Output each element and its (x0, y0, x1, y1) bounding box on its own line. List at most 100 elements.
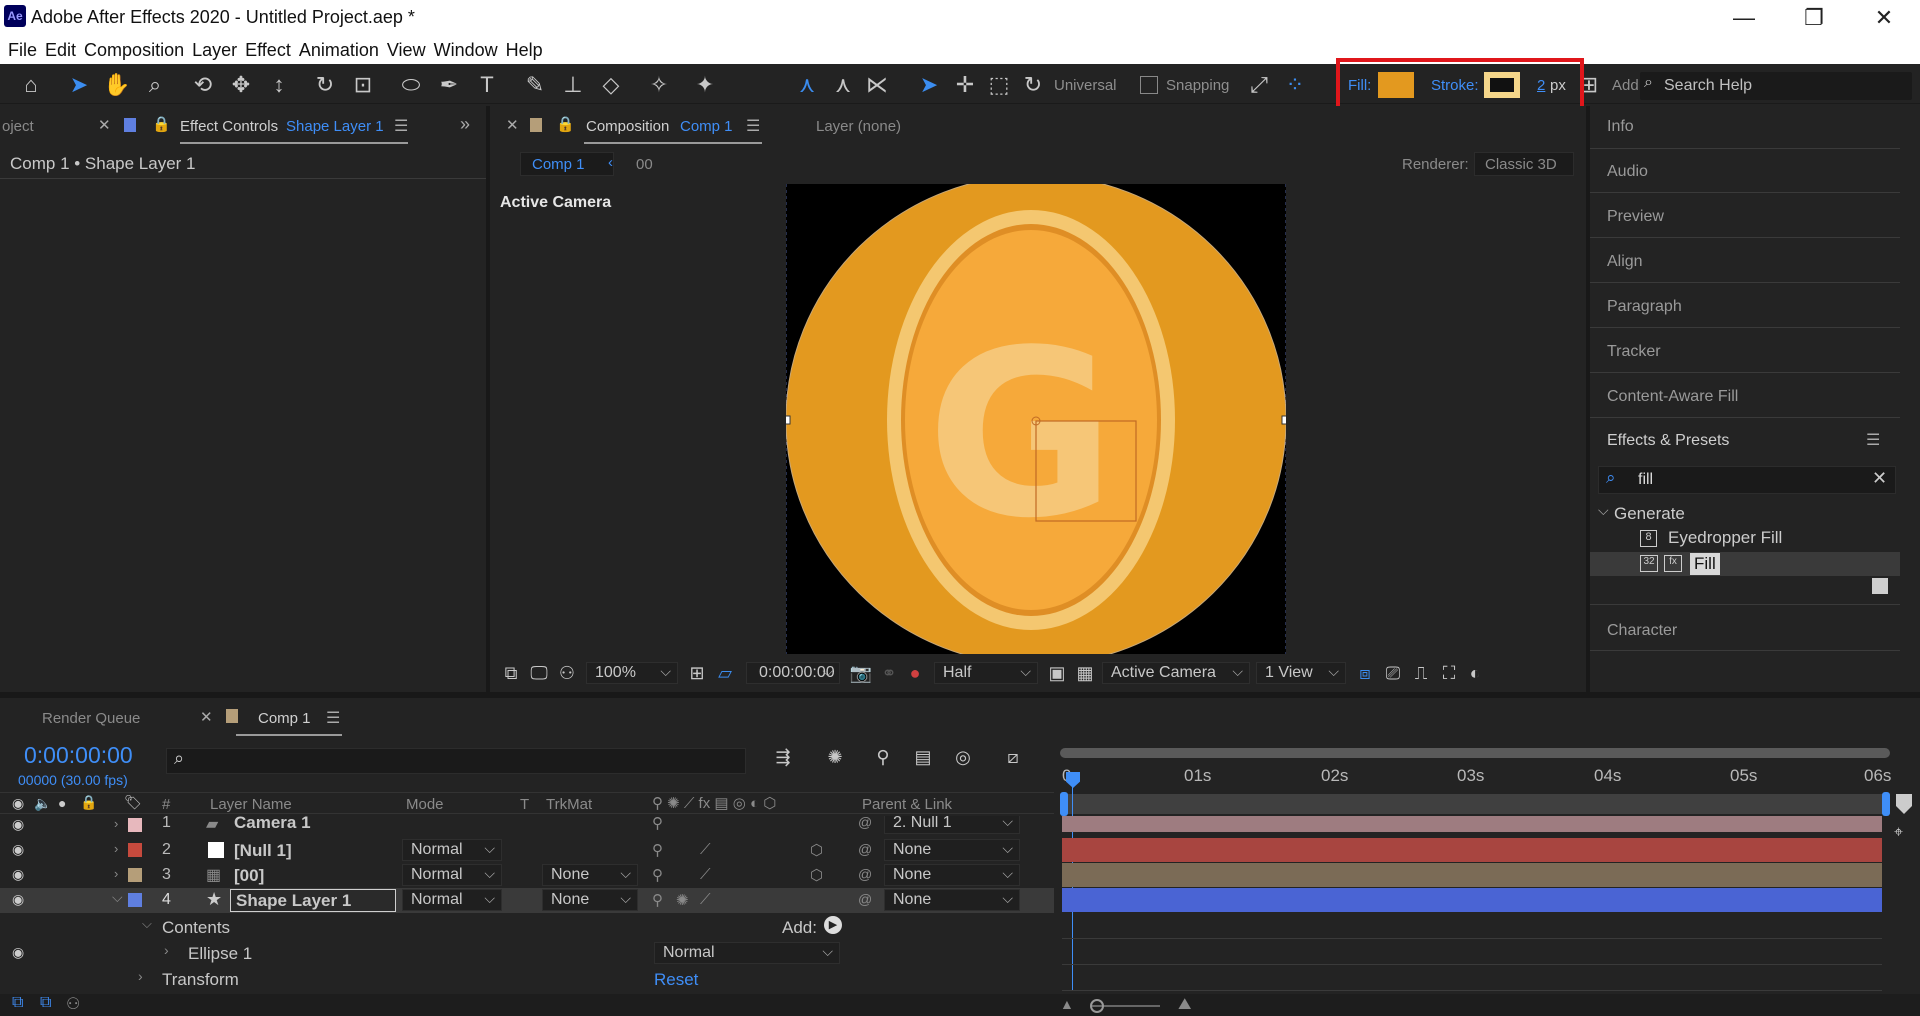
shy-switch-icon[interactable]: ⚲ (652, 841, 663, 859)
panel-preview[interactable]: Preview (1607, 208, 1664, 226)
column-layer-name[interactable]: Layer Name (210, 796, 292, 813)
trkmat-dropdown[interactable]: None (542, 889, 638, 911)
contents-label[interactable]: Contents (162, 918, 230, 938)
ellipse-mode-dropdown[interactable]: Normal (654, 942, 840, 964)
collapse-switch-icon[interactable]: ✺ (676, 891, 689, 909)
panel-splitter[interactable] (1586, 106, 1590, 692)
rotation-tool-icon[interactable]: ↻ (310, 70, 340, 100)
category-generate[interactable]: Generate (1614, 504, 1685, 524)
3d-layer-icon[interactable]: ⬡ (810, 841, 823, 859)
menu-composition[interactable]: Composition (82, 36, 190, 64)
work-area-range[interactable] (1060, 794, 1890, 814)
panel-paragraph[interactable]: Paragraph (1607, 298, 1682, 316)
chevron-right-icon[interactable]: › (114, 816, 118, 831)
visibility-eye-icon[interactable]: ◉ (12, 891, 24, 908)
work-area-end-handle[interactable] (1882, 792, 1890, 816)
layer-bar-precomp[interactable] (1062, 863, 1882, 887)
layer-row[interactable]: ◉ › 2 [Null 1] Normal ⚲ ⟋ ⬡ @ None (0, 838, 1054, 863)
clone-stamp-icon[interactable]: ⊥ (558, 70, 588, 100)
composition-mini-flowchart-icon[interactable]: ⇶ (768, 742, 798, 772)
label-color-chip[interactable] (128, 868, 142, 882)
home-icon[interactable]: ⌂ (16, 70, 46, 100)
menu-view[interactable]: View (385, 36, 432, 64)
tab-composition-name[interactable]: Comp 1 (680, 118, 733, 135)
panel-character[interactable]: Character (1607, 622, 1677, 640)
layer-row[interactable]: ◉ › 3 ▦ [00] Normal None ⚲ ⟋ ⬡ @ None (0, 863, 1054, 888)
local-axis-icon[interactable]: ⋏ (792, 70, 822, 100)
viewer[interactable]: Active Camera G (490, 184, 1586, 654)
menu-effect[interactable]: Effect (243, 36, 297, 64)
zoom-slider-thumb[interactable] (1090, 999, 1104, 1013)
close-tab-icon[interactable]: ✕ (200, 708, 213, 726)
toggle-in-out-icon[interactable]: ⚇ (66, 994, 80, 1014)
mask-visibility-icon[interactable]: ⚇ (552, 658, 582, 688)
layer-name[interactable]: Camera 1 (234, 816, 311, 833)
tab-effect-controls-layer[interactable]: Shape Layer 1 (286, 118, 384, 135)
close-tab-icon[interactable]: ✕ (506, 116, 519, 134)
effect-fill-row[interactable] (1590, 552, 1900, 576)
label-color-chip[interactable] (128, 893, 142, 907)
3d-layer-icon[interactable]: ⬡ (810, 866, 823, 884)
visibility-eye-icon[interactable]: ◉ (12, 866, 24, 883)
panel-info[interactable]: Info (1607, 118, 1634, 136)
chevron-right-icon[interactable]: › (138, 968, 143, 984)
roto-brush-icon[interactable]: ✧ (644, 70, 674, 100)
effect-fill[interactable]: Fill (1690, 553, 1720, 575)
snapping-checkbox[interactable] (1140, 76, 1158, 94)
panel-splitter[interactable] (486, 106, 490, 692)
ellipse-group-label[interactable]: Ellipse 1 (188, 944, 252, 964)
panel-tracker[interactable]: Tracker (1607, 343, 1661, 361)
comp-nav-label[interactable]: Comp 1 (532, 156, 585, 173)
chevron-down-icon[interactable]: ⌵ (142, 916, 152, 932)
tab-render-queue[interactable]: Render Queue (42, 710, 140, 727)
chevron-down-icon[interactable]: ⌵ (112, 889, 123, 906)
layer-name[interactable]: Shape Layer 1 (236, 891, 351, 911)
layer-nav-label[interactable]: 00 (636, 156, 653, 173)
close-button[interactable]: ✕ (1849, 0, 1919, 36)
label-color-chip[interactable] (128, 843, 142, 857)
layer-bar-shape[interactable] (1062, 888, 1882, 912)
dolly-camera-icon[interactable]: ↕ (264, 70, 294, 100)
panel-effects-presets[interactable]: Effects & Presets (1607, 432, 1729, 450)
visibility-eye-icon[interactable]: ◉ (12, 944, 24, 961)
always-preview-icon[interactable]: ⧉ (496, 658, 526, 688)
toggle-modes-icon[interactable]: ⧉ (40, 994, 51, 1012)
layer-row[interactable]: ◉ › 1 ▰ Camera 1 ⚲ @ 2. Null 1 (0, 816, 1054, 836)
parent-dropdown[interactable]: 2. Null 1 (884, 816, 1020, 834)
reset-exposure-icon[interactable]: ⎚ (1378, 658, 1408, 688)
work-area-start-handle[interactable] (1060, 792, 1068, 816)
tab-project[interactable]: oject (2, 118, 34, 135)
menu-file[interactable]: File (6, 36, 43, 64)
transparency-grid-icon[interactable]: ▦ (1070, 658, 1100, 688)
shy-switch-icon[interactable]: ⚲ (652, 891, 663, 909)
lock-icon[interactable]: 🔒 (152, 115, 171, 133)
camera-view-dropdown[interactable]: Active Camera (1102, 662, 1250, 684)
ellipse-tool-icon[interactable]: ⬭ (396, 70, 426, 100)
work-area-bar[interactable] (1060, 748, 1890, 758)
comment-marker-icon[interactable] (1896, 794, 1912, 814)
quality-switch-icon[interactable]: ⟋ (700, 841, 711, 858)
view-layout-dropdown[interactable]: 1 View (1256, 662, 1346, 684)
zoom-in-icon[interactable]: ⛰ (1178, 996, 1191, 1014)
shy-switch-icon[interactable]: ⚲ (652, 866, 663, 884)
move-icon[interactable]: ✛ (950, 70, 980, 100)
mode-dropdown[interactable]: Normal (402, 889, 502, 911)
fast-previews-icon[interactable]: ▣ (1042, 658, 1072, 688)
tab-layer[interactable]: Layer (none) (816, 118, 901, 135)
zoom-tool-icon[interactable]: ⌕ (140, 70, 170, 100)
panel-menu-icon[interactable]: ☰ (394, 116, 408, 136)
new-preset-icon[interactable] (1872, 578, 1888, 594)
orbit-camera-icon[interactable]: ⟲ (188, 70, 218, 100)
panel-audio[interactable]: Audio (1607, 163, 1648, 181)
resolution-dropdown[interactable]: Half (934, 662, 1038, 684)
lock-icon[interactable]: 🔒 (556, 115, 575, 133)
timeline-icon[interactable]: ⎍ (1406, 658, 1436, 688)
transform-label[interactable]: Transform (162, 970, 239, 990)
hand-tool-icon[interactable]: ✋ (102, 70, 132, 100)
current-time-display[interactable]: 0:00:00:00 (24, 742, 133, 769)
effect-eyedropper-fill[interactable]: Eyedropper Fill (1668, 528, 1782, 548)
pan-behind-tool-icon[interactable]: ⊡ (348, 70, 378, 100)
selection-tool-icon[interactable]: ➤ (64, 70, 94, 100)
parent-dropdown[interactable]: None (884, 864, 1020, 886)
quality-switch-icon[interactable]: ⟋ (700, 866, 711, 883)
